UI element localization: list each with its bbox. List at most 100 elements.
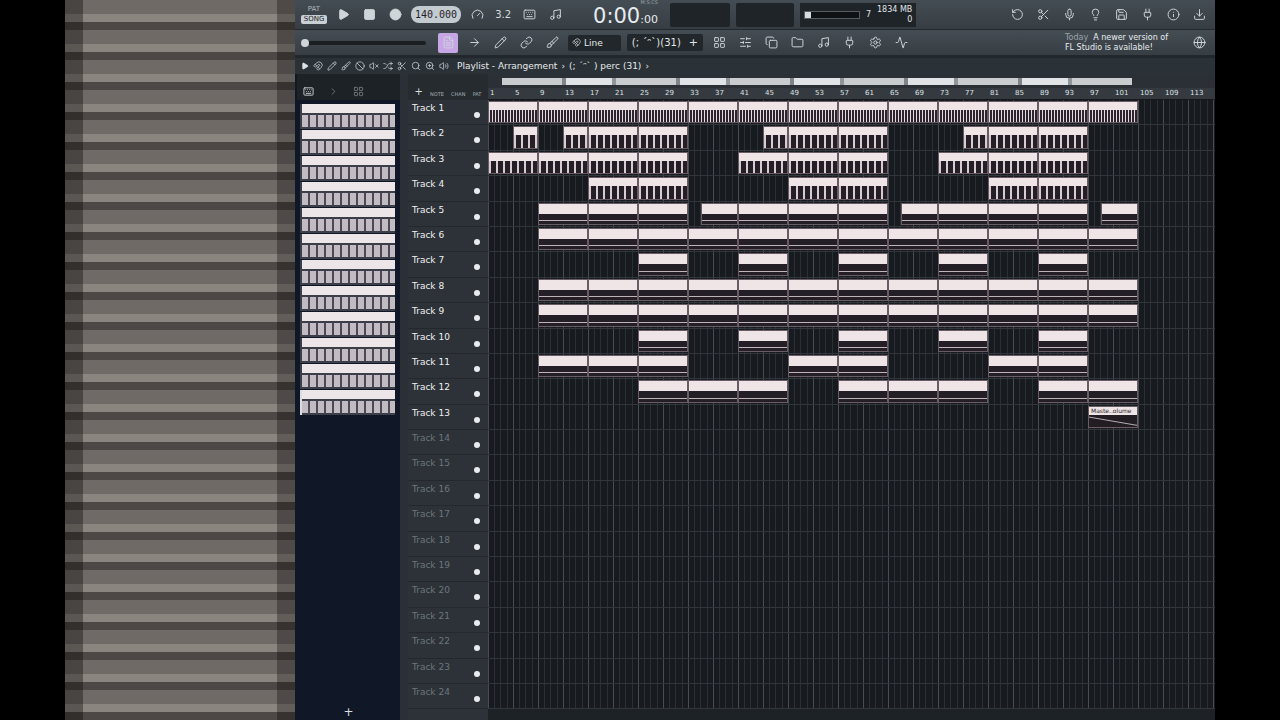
pattern-clip[interactable] [738, 279, 788, 301]
pattern-clip[interactable] [888, 279, 938, 301]
pattern-clip[interactable] [788, 177, 838, 199]
browser-button[interactable] [787, 33, 807, 53]
mode-option[interactable]: PAT [301, 5, 327, 14]
track-header[interactable]: Track 21 [408, 608, 488, 633]
track-mute-button[interactable] [474, 290, 480, 296]
pattern-clip[interactable] [588, 355, 638, 377]
add-pattern-button[interactable]: + [685, 36, 698, 49]
pattern-clip[interactable] [938, 304, 988, 326]
track-mute-button[interactable] [474, 544, 480, 550]
track-lane[interactable] [488, 430, 1215, 455]
channel-rack-button[interactable] [761, 33, 781, 53]
pattern-clip[interactable] [888, 304, 938, 326]
paint-icon[interactable] [341, 61, 351, 71]
view-tab[interactable]: PAT [473, 91, 482, 97]
track-lane[interactable] [488, 684, 1215, 709]
track-header[interactable]: Track 9 [408, 303, 488, 328]
mixer-icon[interactable] [739, 36, 752, 49]
refresh-icon[interactable] [1011, 8, 1024, 21]
track-lane[interactable] [488, 379, 1215, 404]
pattern-clip[interactable] [1088, 228, 1138, 250]
menu-arrow-icon[interactable] [301, 62, 309, 70]
track-header[interactable]: Track 6 [408, 227, 488, 252]
track-mute-button[interactable] [474, 315, 480, 321]
pattern-clip[interactable] [638, 380, 688, 402]
pattern-clip[interactable] [738, 228, 788, 250]
pattern-clip[interactable] [588, 152, 638, 174]
pattern-clip[interactable] [788, 304, 838, 326]
cut-button[interactable] [1033, 5, 1053, 25]
track-header[interactable]: Track 14 [408, 430, 488, 455]
track-mute-button[interactable] [474, 214, 480, 220]
track-header[interactable]: Track 5 [408, 202, 488, 227]
track-lane[interactable] [488, 557, 1215, 582]
pattern-clip[interactable] [638, 355, 688, 377]
pattern-clip[interactable] [1038, 279, 1088, 301]
track-lane[interactable] [488, 202, 1215, 227]
add-button[interactable]: + [297, 704, 400, 720]
pattern-clip[interactable] [838, 253, 888, 275]
pattern-clip[interactable] [638, 152, 688, 174]
track-header[interactable]: Track 3 [408, 151, 488, 176]
pattern-clip[interactable] [638, 126, 688, 148]
pattern-clip[interactable] [963, 126, 988, 148]
record-icon[interactable] [389, 8, 402, 21]
pattern-clip[interactable] [738, 304, 788, 326]
pattern-clip[interactable] [638, 253, 688, 275]
slider-knob[interactable] [301, 39, 309, 47]
pattern-clip[interactable] [1038, 253, 1088, 275]
pattern-item[interactable] [300, 312, 395, 337]
track-header[interactable]: Track 19 [408, 557, 488, 582]
track-mute-button[interactable] [474, 188, 480, 194]
pattern-clip[interactable] [838, 355, 888, 377]
record-button[interactable] [385, 5, 405, 25]
pattern-item[interactable] [300, 338, 395, 363]
pattern-clip[interactable] [788, 203, 838, 225]
piano-icon[interactable] [303, 86, 314, 97]
pattern-clip[interactable] [638, 279, 688, 301]
pattern-picker[interactable]: (; ´ᵔ`)(31)+ [627, 34, 703, 51]
panel-divider[interactable] [400, 74, 408, 720]
pattern-item[interactable] [300, 104, 395, 129]
track-mute-button[interactable] [474, 569, 480, 575]
piano-roll-button[interactable] [709, 33, 729, 53]
note-icon[interactable] [549, 8, 562, 21]
pattern-clip[interactable] [1038, 304, 1088, 326]
settings-icon[interactable] [869, 36, 882, 49]
pattern-clip[interactable] [988, 126, 1038, 148]
play-button[interactable] [333, 5, 353, 25]
pattern-clip[interactable] [838, 304, 888, 326]
pattern-clip[interactable] [638, 330, 688, 352]
arrow-icon[interactable] [468, 36, 481, 49]
mute-icon[interactable] [369, 61, 379, 71]
track-mute-button[interactable] [474, 264, 480, 270]
track-header[interactable]: Track 23 [408, 659, 488, 684]
stop-icon[interactable] [363, 8, 376, 21]
track-header[interactable]: Track 10 [408, 329, 488, 354]
pattern-clip[interactable] [688, 304, 738, 326]
pattern-clip[interactable] [738, 101, 788, 123]
mode-option[interactable]: SONG [301, 15, 327, 24]
track-header[interactable]: Track 16 [408, 481, 488, 506]
settings-button[interactable] [865, 33, 885, 53]
track-mute-button[interactable] [474, 163, 480, 169]
plugin-icon[interactable] [843, 36, 856, 49]
track-mute-button[interactable] [474, 442, 480, 448]
pattern-clip[interactable] [1038, 380, 1088, 402]
track-lane[interactable] [488, 633, 1215, 658]
pattern-clip[interactable] [901, 203, 939, 225]
pattern-item[interactable] [300, 364, 395, 389]
pattern-clip[interactable] [1038, 152, 1088, 174]
track-mute-button[interactable] [474, 112, 480, 118]
stop-button[interactable] [359, 5, 379, 25]
pattern-clip[interactable] [538, 152, 588, 174]
pattern-clip[interactable] [688, 279, 738, 301]
track-lane[interactable]: Maste..olume [488, 405, 1215, 430]
track-lane[interactable] [488, 608, 1215, 633]
tool-button[interactable] [516, 33, 536, 53]
pattern-clip[interactable] [838, 177, 888, 199]
piano-roll-icon[interactable] [713, 36, 726, 49]
pattern-clip[interactable] [838, 380, 888, 402]
view-tab[interactable]: CHAN [451, 91, 465, 97]
playlist-icon[interactable] [442, 36, 455, 49]
